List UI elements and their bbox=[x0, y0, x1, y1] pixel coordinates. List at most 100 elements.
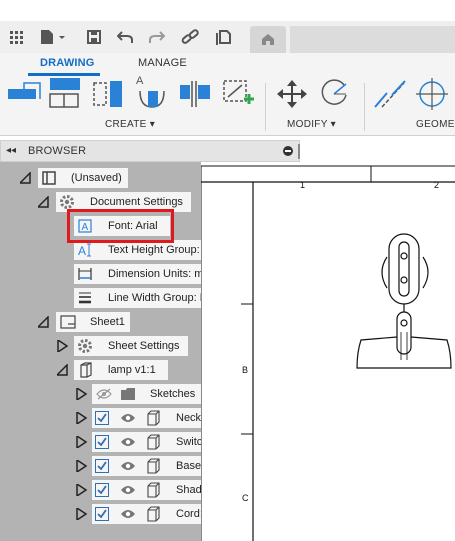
ribbon: DRAWING MANAGE A CREATE ▾ MODIFY ▾ GEOME bbox=[0, 53, 455, 136]
ribbon-separator bbox=[364, 83, 365, 131]
svg-text:A: A bbox=[78, 244, 86, 257]
collapse-browser-icon[interactable]: ◂◂ bbox=[6, 145, 16, 156]
tab-manage[interactable]: MANAGE bbox=[138, 57, 187, 69]
home-tab[interactable] bbox=[250, 26, 286, 53]
home-icon bbox=[262, 34, 274, 45]
redo-icon[interactable] bbox=[148, 21, 166, 53]
body-icon bbox=[147, 410, 160, 426]
save-icon[interactable] bbox=[86, 21, 102, 53]
body-item[interactable]: Neck:1 bbox=[92, 408, 216, 428]
geometry-group-label[interactable]: GEOMET bbox=[416, 119, 455, 130]
body-icon bbox=[147, 506, 160, 522]
visibility-checkbox[interactable] bbox=[95, 483, 109, 497]
body-icon bbox=[147, 434, 160, 450]
body-item[interactable]: Cord:1 bbox=[92, 504, 216, 524]
browser-header: ◂◂ BROWSER bbox=[0, 140, 300, 162]
folder-icon bbox=[121, 388, 135, 400]
eye-icon[interactable] bbox=[120, 508, 136, 520]
checkmark-icon bbox=[97, 509, 107, 519]
highlight-annotation bbox=[67, 209, 174, 243]
app-window: DRAWING MANAGE A CREATE ▾ MODIFY ▾ GEOME… bbox=[0, 0, 455, 541]
pin-icon[interactable] bbox=[283, 146, 293, 156]
line-width-icon bbox=[79, 292, 91, 304]
expand-toggle-icon[interactable] bbox=[38, 316, 50, 328]
root-label: (Unsaved) bbox=[71, 172, 122, 184]
rotate-icon[interactable] bbox=[316, 77, 352, 114]
component-icon bbox=[80, 362, 92, 378]
sheet-icon bbox=[60, 315, 76, 329]
checkmark-icon bbox=[97, 437, 107, 447]
checkmark-icon bbox=[97, 413, 107, 423]
expand-toggle-icon[interactable] bbox=[38, 196, 50, 208]
checkmark-icon bbox=[97, 485, 107, 495]
visibility-checkbox[interactable] bbox=[95, 507, 109, 521]
ribbon-separator bbox=[265, 83, 266, 131]
document-settings-label: Document Settings bbox=[90, 196, 183, 208]
copy-pages-icon[interactable] bbox=[214, 21, 234, 53]
drawing-sheet bbox=[201, 165, 455, 541]
modify-group-label[interactable]: MODIFY ▾ bbox=[287, 119, 336, 130]
base-view-icon[interactable] bbox=[6, 77, 42, 110]
zone-label-column: 2 bbox=[434, 180, 440, 190]
zone-label-column: 1 bbox=[300, 180, 306, 190]
sheet-settings-item[interactable]: Sheet Settings bbox=[74, 336, 188, 356]
collapsed-toggle-icon[interactable] bbox=[76, 460, 88, 472]
visibility-checkbox[interactable] bbox=[95, 411, 109, 425]
collapsed-toggle-icon[interactable] bbox=[76, 508, 88, 520]
checkmark-icon bbox=[97, 461, 107, 471]
sheet-label: Sheet1 bbox=[90, 316, 125, 328]
text-height-icon: A bbox=[78, 243, 91, 257]
visibility-checkbox[interactable] bbox=[95, 459, 109, 473]
browser-title: BROWSER bbox=[28, 145, 87, 157]
collapsed-toggle-icon[interactable] bbox=[76, 436, 88, 448]
projected-view-icon[interactable] bbox=[48, 77, 84, 114]
break-view-icon[interactable] bbox=[178, 77, 214, 114]
component-item[interactable]: lamp v1:1 bbox=[74, 360, 168, 380]
expand-toggle-icon[interactable] bbox=[20, 172, 32, 184]
collapsed-toggle-icon[interactable] bbox=[57, 340, 69, 352]
grid-menu-icon[interactable] bbox=[8, 21, 24, 53]
setting-label: Dimension Units: mm bbox=[108, 268, 213, 280]
body-icon bbox=[147, 482, 160, 498]
drawing-canvas[interactable]: 1 2 B C bbox=[201, 162, 455, 541]
visibility-checkbox[interactable] bbox=[95, 435, 109, 449]
eye-icon[interactable] bbox=[120, 484, 136, 496]
body-item[interactable]: Base:1 bbox=[92, 456, 216, 476]
undo-icon[interactable] bbox=[116, 21, 134, 53]
active-tab-indicator bbox=[28, 73, 100, 76]
sheet-settings-label: Sheet Settings bbox=[108, 340, 180, 352]
expand-toggle-icon[interactable] bbox=[57, 364, 69, 376]
hidden-eye-icon[interactable] bbox=[96, 388, 112, 400]
gear-icon bbox=[78, 339, 92, 353]
zone-label-row: C bbox=[242, 493, 249, 503]
body-icon bbox=[147, 458, 160, 474]
file-menu-icon[interactable] bbox=[38, 21, 68, 53]
link-icon[interactable] bbox=[180, 21, 200, 53]
collapsed-toggle-icon[interactable] bbox=[76, 388, 88, 400]
eye-icon[interactable] bbox=[120, 412, 136, 424]
sketches-label: Sketches bbox=[150, 388, 196, 400]
sketches-folder-item[interactable]: Sketches bbox=[92, 384, 208, 404]
component-label: lamp v1:1 bbox=[108, 364, 156, 376]
lamp-view bbox=[356, 233, 452, 369]
move-icon[interactable] bbox=[274, 77, 310, 114]
sheet-item[interactable]: Sheet1 bbox=[56, 312, 130, 332]
dimension-units-icon bbox=[78, 268, 92, 280]
section-view-icon[interactable] bbox=[92, 77, 128, 114]
sketch-create-icon[interactable] bbox=[220, 77, 256, 114]
gear-icon bbox=[60, 195, 74, 209]
eye-icon[interactable] bbox=[120, 460, 136, 472]
resize-grip[interactable] bbox=[298, 144, 300, 159]
settings-item-dimension-units[interactable]: Dimension Units: mm bbox=[74, 264, 216, 284]
tree-root-item[interactable]: (Unsaved) bbox=[38, 168, 128, 188]
tab-drawing[interactable]: DRAWING bbox=[40, 57, 95, 69]
create-group-label[interactable]: CREATE ▾ bbox=[105, 119, 155, 130]
eye-icon[interactable] bbox=[120, 436, 136, 448]
detail-view-icon[interactable]: A bbox=[134, 73, 170, 114]
center-mark-icon[interactable] bbox=[414, 77, 450, 114]
collapsed-toggle-icon[interactable] bbox=[76, 484, 88, 496]
collapsed-toggle-icon[interactable] bbox=[76, 412, 88, 424]
svg-text:A: A bbox=[136, 75, 144, 87]
drawing-document-icon bbox=[42, 171, 56, 185]
centerline-icon[interactable] bbox=[372, 77, 408, 114]
